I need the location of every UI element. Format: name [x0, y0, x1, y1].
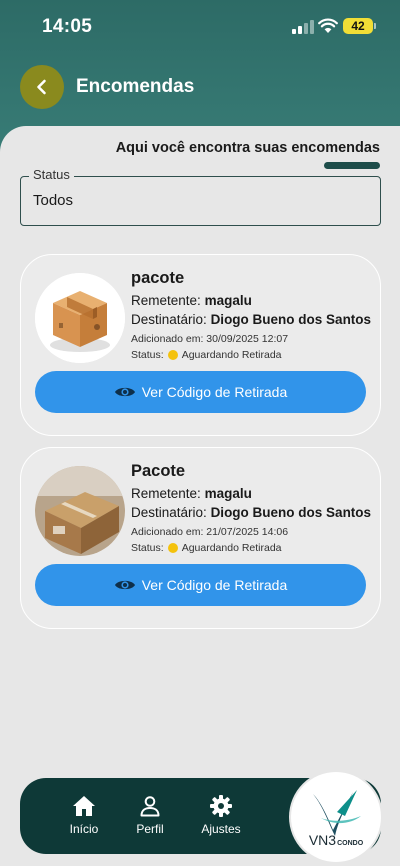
sender-line: Remetente: magalu — [131, 486, 252, 501]
recipient-line: Destinatário: Diogo Bueno dos Santos — [131, 312, 371, 327]
package-photo — [35, 466, 125, 556]
nav-item-profile[interactable]: Perfil — [122, 794, 178, 836]
status-filter-value: Todos — [33, 192, 74, 209]
view-pickup-code-button[interactable]: Ver Código de Retirada — [35, 371, 366, 413]
status-filter-select[interactable]: Status Todos — [20, 167, 381, 226]
intro-text: Aqui você encontra suas encomendas — [115, 140, 380, 156]
recipient-value: Diogo Bueno dos Santos — [210, 312, 372, 327]
status-bar: 14:05 42 — [0, 0, 400, 54]
logo-text: VN3 — [308, 832, 337, 848]
nav-item-profile-label: Perfil — [136, 822, 164, 836]
added-date: Adicionado em: 21/07/2025 14:06 — [131, 526, 289, 538]
status-label: Status: — [131, 349, 164, 361]
logo-wordmark: VN3CONDO — [291, 832, 381, 850]
sender-value: magalu — [204, 293, 252, 308]
battery-indicator: 42 — [343, 18, 376, 34]
eye-icon — [114, 387, 135, 397]
sender-label: Remetente: — [131, 486, 201, 501]
nav-item-home-label: Início — [69, 822, 99, 836]
person-icon — [140, 796, 160, 817]
package-title: Pacote — [131, 462, 186, 480]
status-dot-icon — [167, 543, 178, 553]
wifi-icon — [318, 18, 338, 33]
cellular-signal-icon — [292, 20, 314, 34]
back-button[interactable] — [20, 65, 64, 109]
nav-item-settings[interactable]: Ajustes — [193, 794, 249, 836]
content-sheet: Aqui você encontra suas encomendas Statu… — [0, 126, 400, 866]
view-pickup-code-label: Ver Código de Retirada — [141, 577, 288, 593]
package-title: pacote — [131, 269, 185, 287]
recipient-line: Destinatário: Diogo Bueno dos Santos — [131, 505, 371, 520]
status-value: Aguardando Retirada — [181, 349, 282, 361]
cardboard-box-photo-icon — [35, 466, 125, 556]
package-card: Pacote Remetente: magalu Destinatário: D… — [20, 447, 381, 629]
vn3-condo-logo: VN3CONDO — [291, 772, 381, 862]
status-dot-icon — [167, 350, 178, 360]
status-time: 14:05 — [42, 16, 93, 37]
cardboard-box-icon — [35, 273, 125, 363]
recipient-value: Diogo Bueno dos Santos — [210, 505, 372, 520]
nav-item-home[interactable]: Início — [56, 794, 112, 836]
page-title: Encomendas — [76, 76, 195, 97]
nav-item-settings-label: Ajustes — [201, 822, 241, 836]
sender-line: Remetente: magalu — [131, 293, 252, 308]
recipient-label: Destinatário: — [131, 312, 207, 327]
sender-label: Remetente: — [131, 293, 201, 308]
view-pickup-code-label: Ver Código de Retirada — [141, 384, 288, 400]
status-line: Status: Aguardando Retirada — [131, 349, 282, 361]
package-photo — [35, 273, 125, 363]
status-line: Status: Aguardando Retirada — [131, 542, 282, 554]
view-pickup-code-button[interactable]: Ver Código de Retirada — [35, 564, 366, 606]
package-card: pacote Remetente: magalu Destinatário: D… — [20, 254, 381, 436]
logo-suffix: CONDO — [337, 840, 364, 847]
added-date: Adicionado em: 30/09/2025 12:07 — [131, 333, 289, 345]
recipient-label: Destinatário: — [131, 505, 207, 520]
intro-underline — [324, 162, 380, 169]
gear-icon — [210, 795, 232, 817]
home-icon — [73, 796, 95, 816]
status-value: Aguardando Retirada — [181, 542, 282, 554]
chevron-left-icon — [37, 79, 46, 95]
status-filter-label: Status — [29, 167, 74, 182]
status-label: Status: — [131, 542, 164, 554]
eye-icon — [114, 580, 135, 590]
sender-value: magalu — [204, 486, 252, 501]
